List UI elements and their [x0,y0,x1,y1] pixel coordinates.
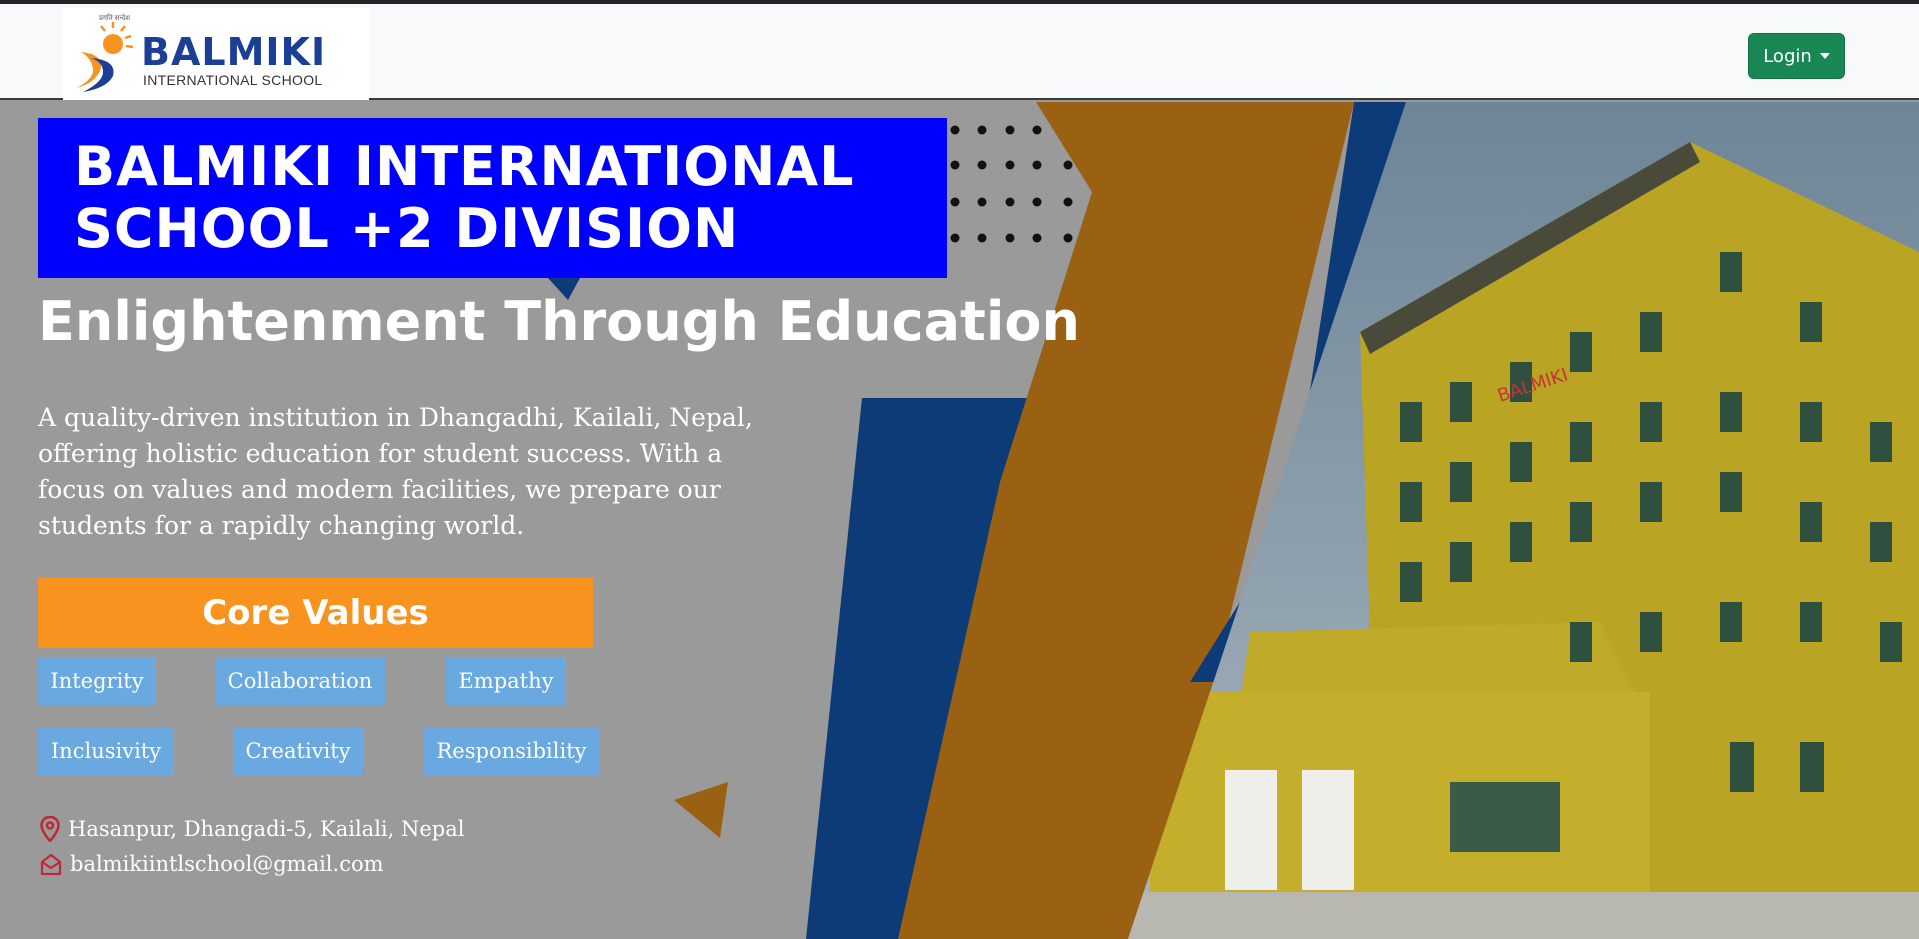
login-dropdown-button[interactable]: Login [1748,33,1845,79]
envelope-open-icon [40,853,62,876]
hero-section: BALMIKI BALMIKI INTERNATIONAL SCHOOL +2 … [0,102,1919,939]
page-title: BALMIKI INTERNATIONAL SCHOOL +2 DIVISION [74,135,855,260]
email-row: balmikiintlschool@gmail.com [40,852,384,876]
email-text[interactable]: balmikiintlschool@gmail.com [70,852,384,876]
core-value-creativity: Creativity [233,727,363,775]
school-description: A quality-driven institution in Dhangadh… [38,403,753,540]
tagline: Enlightenment Through Education [38,290,1080,353]
login-label: Login [1763,45,1812,67]
address-row: Hasanpur, Dhangadi-5, Kailali, Nepal [40,816,464,842]
address-text: Hasanpur, Dhangadi-5, Kailali, Nepal [68,817,465,841]
core-value-responsibility: Responsibility [423,727,600,775]
logo-tagline: प्रगति सन्देश [99,15,131,22]
caret-down-icon [1819,53,1830,59]
dot-grid-decoration [950,125,1073,243]
core-values-heading: Core Values [38,578,593,648]
map-pin-icon [40,816,60,842]
core-value-collaboration: Collaboration [215,657,385,705]
sun-logo-icon [77,22,134,92]
school-logo[interactable]: प्रगति सन्देश BALMIKI INTERNATIONAL SCHO… [63,8,369,100]
navbar: प्रगति सन्देश BALMIKI INTERNATIONAL SCHO… [0,4,1919,100]
logo-name: BALMIKI [141,30,327,74]
core-value-empathy: Empathy [446,657,566,705]
core-value-inclusivity: Inclusivity [38,727,174,775]
core-value-integrity: Integrity [38,657,156,705]
logo-subtitle: INTERNATIONAL SCHOOL [143,72,323,88]
title-banner: BALMIKI INTERNATIONAL SCHOOL +2 DIVISION [38,118,947,278]
